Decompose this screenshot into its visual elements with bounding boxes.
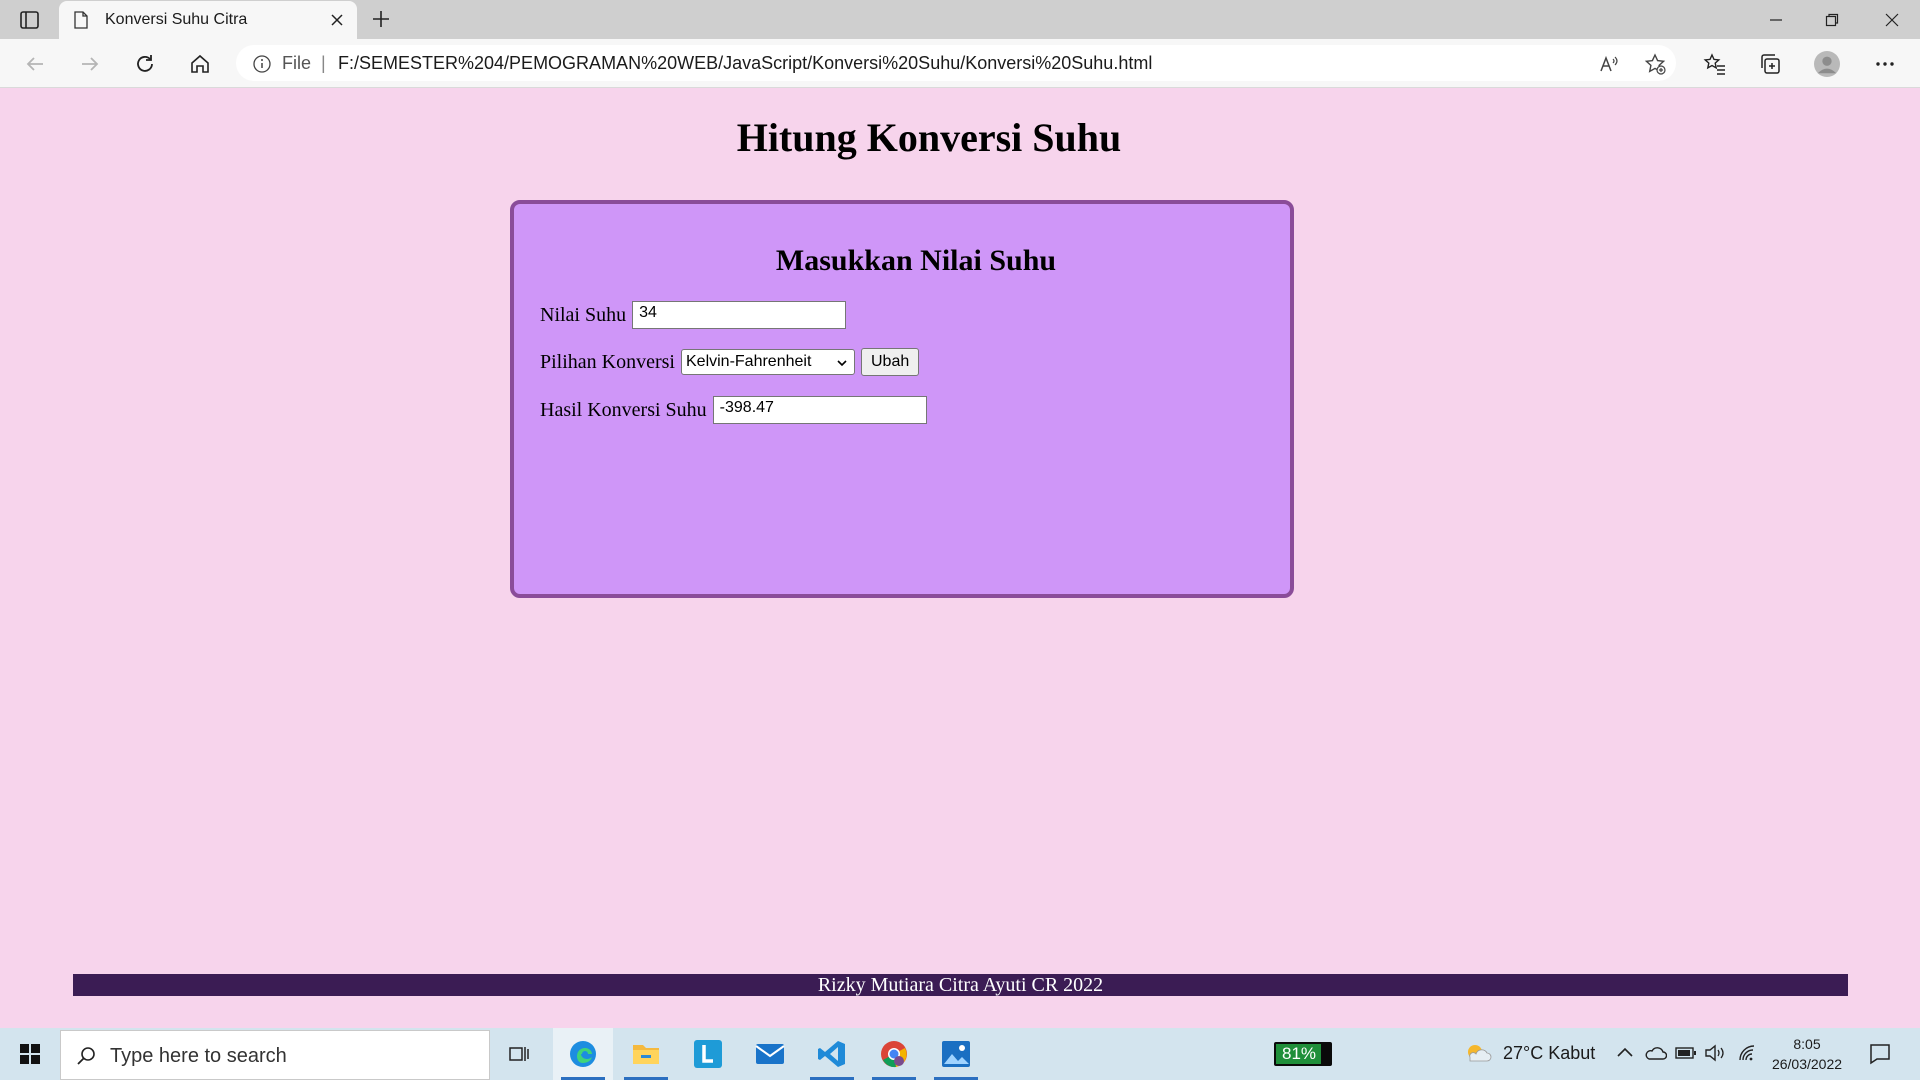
windows-start-icon[interactable]	[0, 1028, 60, 1080]
file-explorer-icon[interactable]	[616, 1028, 676, 1080]
clock-time: 8:05	[1793, 1036, 1821, 1052]
forward-icon[interactable]	[77, 51, 103, 77]
l-app-icon[interactable]	[678, 1028, 738, 1080]
pilihan-konversi-label: Pilihan Konversi	[540, 350, 675, 373]
address-url[interactable]: F:/SEMESTER%204/PEMOGRAMAN%20WEB/JavaScr…	[338, 53, 1152, 74]
wifi-icon[interactable]	[1737, 1044, 1759, 1067]
nilai-suhu-label: Nilai Suhu	[540, 303, 627, 326]
clock-date: 26/03/2022	[1771, 1056, 1843, 1072]
search-icon	[75, 1045, 97, 1072]
info-icon[interactable]	[252, 54, 272, 74]
back-icon[interactable]	[22, 51, 48, 77]
weather-icon[interactable]	[1464, 1041, 1492, 1072]
battery-icon[interactable]	[1675, 1046, 1697, 1065]
address-scheme-label: File	[282, 53, 312, 73]
weather-text[interactable]: 27°C Kabut	[1503, 1043, 1595, 1064]
page-icon	[73, 11, 89, 29]
more-options-icon[interactable]	[1872, 51, 1898, 77]
page-content: Hitung Konversi Suhu Masukkan Nilai Suhu…	[0, 89, 1920, 1027]
favorites-icon[interactable]	[1702, 51, 1728, 77]
taskbar: Type here to search 81% 27°C Kabut 8:05 …	[0, 1028, 1920, 1080]
browser-tab[interactable]: Konversi Suhu Citra	[59, 1, 357, 39]
edge-icon[interactable]	[553, 1028, 613, 1080]
battery-percent: 81%	[1281, 1044, 1317, 1063]
ubah-button[interactable]: Ubah	[861, 348, 920, 376]
conversion-form-card: Masukkan Nilai Suhu Nilai Suhu 34 Piliha…	[510, 200, 1294, 598]
read-aloud-icon[interactable]	[1598, 53, 1620, 75]
new-tab-icon[interactable]	[370, 8, 392, 30]
taskbar-search-box[interactable]: Type here to search	[60, 1030, 490, 1080]
system-clock[interactable]: 8:05 26/03/2022	[1764, 1034, 1850, 1074]
restore-icon[interactable]	[1804, 0, 1860, 39]
nilai-suhu-input[interactable]: 34	[632, 301, 847, 329]
browser-toolbar: File | F:/SEMESTER%204/PEMOGRAMAN%20WEB/…	[0, 39, 1920, 88]
mail-icon[interactable]	[740, 1028, 800, 1080]
chevron-down-icon	[836, 356, 848, 374]
nilai-suhu-row: Nilai Suhu 34	[540, 301, 847, 329]
pilihan-konversi-row: Pilihan Konversi Kelvin-Fahrenheit Ubah	[540, 348, 920, 376]
close-window-icon[interactable]	[1864, 0, 1920, 39]
hasil-konversi-row: Hasil Konversi Suhu -398.47	[540, 396, 927, 424]
tab-actions-icon[interactable]	[18, 9, 42, 31]
notification-icon[interactable]	[1868, 1042, 1892, 1071]
hasil-konversi-output[interactable]: -398.47	[712, 396, 927, 424]
chevron-up-icon[interactable]	[1616, 1045, 1634, 1064]
address-separator: |	[321, 53, 326, 73]
vscode-icon[interactable]	[802, 1028, 862, 1080]
card-title: Masukkan Nilai Suhu	[775, 244, 1057, 277]
onedrive-icon[interactable]	[1645, 1045, 1668, 1066]
battery-indicator[interactable]: 81%	[1274, 1042, 1332, 1066]
select-value: Kelvin-Fahrenheit	[686, 353, 812, 370]
close-tab-icon[interactable]	[327, 10, 347, 30]
volume-icon[interactable]	[1704, 1044, 1726, 1067]
address-bar[interactable]: File | F:/SEMESTER%204/PEMOGRAMAN%20WEB/…	[236, 45, 1676, 81]
add-favorite-icon[interactable]	[1644, 53, 1666, 75]
refresh-icon[interactable]	[132, 51, 158, 77]
minimize-icon[interactable]	[1748, 0, 1804, 39]
home-icon[interactable]	[187, 51, 213, 77]
profile-avatar-icon[interactable]	[1814, 51, 1840, 77]
search-placeholder: Type here to search	[110, 1045, 287, 1067]
task-view-icon[interactable]	[490, 1028, 550, 1080]
page-title: Hitung Konversi Suhu	[736, 115, 1122, 160]
page-footer: Rizky Mutiara Citra Ayuti CR 2022	[73, 974, 1848, 996]
tab-bar: Konversi Suhu Citra	[0, 0, 1920, 39]
photos-icon[interactable]	[926, 1028, 986, 1080]
tab-title: Konversi Suhu Citra	[105, 11, 248, 28]
collections-icon[interactable]	[1757, 51, 1783, 77]
chrome-icon[interactable]	[864, 1028, 924, 1080]
hasil-konversi-label: Hasil Konversi Suhu	[540, 398, 707, 421]
pilihan-konversi-select[interactable]: Kelvin-Fahrenheit	[681, 349, 855, 375]
